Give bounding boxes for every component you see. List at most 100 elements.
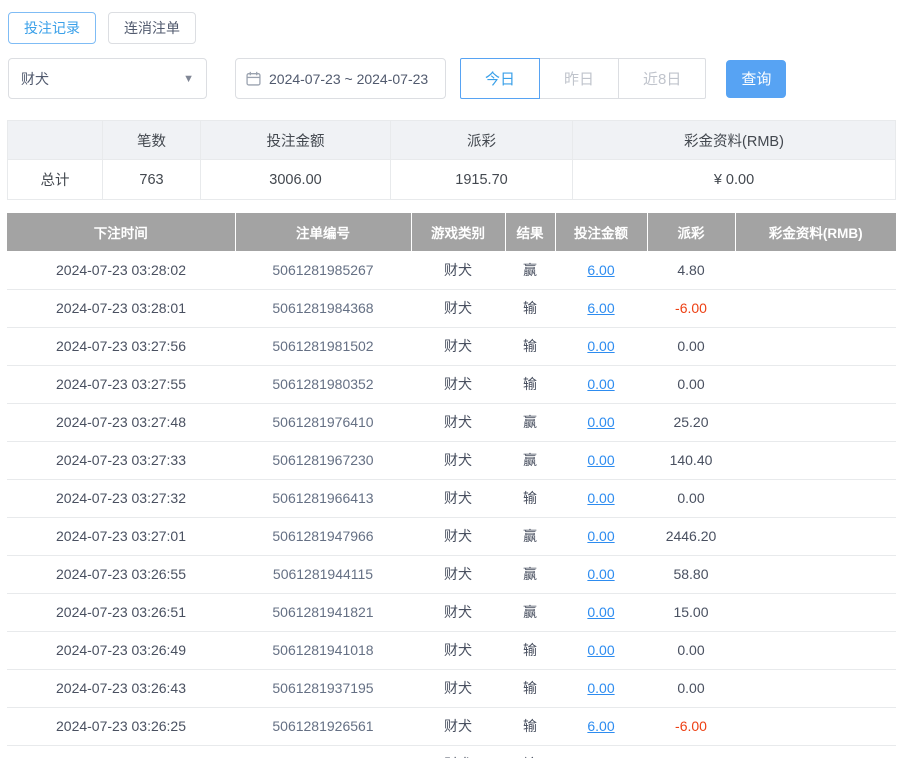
bet-time-cell: 2024-07-23 03:27:01 (7, 517, 235, 556)
result-cell: 赢 (505, 403, 555, 442)
bet-amount-link[interactable]: 6.00 (555, 251, 647, 290)
bet-time-cell: 2024-07-23 03:26:43 (7, 669, 235, 708)
tab-cancelled-orders[interactable]: 连消注单 (108, 12, 196, 44)
payout-cell: 25.20 (647, 403, 735, 442)
bet-amount-link[interactable]: 0.00 (555, 327, 647, 366)
table-row: 2024-07-23 03:26:245061281925717财犬输6.00-… (7, 745, 896, 758)
summary-total-row: 总计 763 3006.00 1915.70 ¥ 0.00 (7, 159, 896, 200)
table-row: 2024-07-23 03:27:01 5061281947966 财犬赢 0.00 2… (7, 517, 896, 556)
game-type-cell: 财犬 (411, 669, 505, 708)
game-type-cell: 财犬 (411, 327, 505, 366)
table-row: 2024-07-23 03:28:02 5061281985267 财犬赢 6.00 4… (7, 251, 896, 290)
date-range-picker[interactable]: 2024-07-23 ~ 2024-07-23 (235, 58, 446, 99)
result-cell: 赢 (505, 251, 555, 290)
bet-amount-link[interactable]: 0.00 (555, 631, 647, 670)
payout-cell: 0.00 (647, 327, 735, 366)
bonus-cell (735, 479, 896, 518)
bet-time-cell: 2024-07-23 03:26:51 (7, 593, 235, 632)
table-row: 2024-07-23 03:27:56 5061281981502 财犬输 0.00 0… (7, 327, 896, 366)
bet-amount-link[interactable]: 0.00 (555, 403, 647, 442)
table-row: 2024-07-23 03:26:51 5061281941821 财犬赢 0.00 1… (7, 593, 896, 632)
bet-time-cell: 2024-07-23 03:26:49 (7, 631, 235, 670)
result-cell: 输 (505, 631, 555, 670)
bet-time-cell: 2024-07-23 03:27:32 (7, 479, 235, 518)
bet-amount-link[interactable]: 0.00 (555, 441, 647, 480)
bet-time-cell: 2024-07-23 03:28:01 (7, 289, 235, 328)
payout-cell: -6.00 (647, 707, 735, 746)
bet-amount-link[interactable]: 6.00 (555, 707, 647, 746)
yesterday-button[interactable]: 昨日 (539, 58, 620, 99)
result-cell: 赢 (505, 555, 555, 594)
bet-amount-link[interactable]: 0.00 (555, 669, 647, 708)
bet-time-cell: 2024-07-23 03:26:25 (7, 707, 235, 746)
game-select[interactable]: 财犬 ▼ (8, 58, 207, 99)
bonus-cell (735, 631, 896, 670)
bonus-cell (735, 403, 896, 442)
bet-amount-link[interactable]: 6.00 (555, 745, 647, 758)
order-number-cell: 5061281947966 (235, 517, 411, 556)
betting-records-page: 投注记录 连消注单 财犬 ▼ 2024-07-23 ~ 2024-07-23 今… (0, 0, 903, 758)
bonus-cell (735, 517, 896, 556)
last-8-days-button[interactable]: 近8日 (618, 58, 707, 99)
game-type-cell: 财犬 (411, 745, 505, 758)
payout-cell: 58.80 (647, 555, 735, 594)
header-payout: 派彩 (647, 213, 736, 251)
bet-amount-link[interactable]: 6.00 (555, 289, 647, 328)
table-row: 2024-07-23 03:26:43 5061281937195 财犬输 0.00 0… (7, 669, 896, 708)
order-number-cell: 5061281981502 (235, 327, 411, 366)
bet-amount-link[interactable]: 0.00 (555, 593, 647, 632)
bet-amount-link[interactable]: 0.00 (555, 365, 647, 404)
bonus-cell (735, 327, 896, 366)
tab-betting-records[interactable]: 投注记录 (8, 12, 96, 44)
result-cell: 输 (505, 327, 555, 366)
header-bonus: 彩金资料(RMB) (735, 213, 896, 251)
bonus-cell (735, 669, 896, 708)
game-select-value: 财犬 (21, 70, 49, 87)
result-cell: 赢 (505, 517, 555, 556)
order-number-cell: 5061281976410 (235, 403, 411, 442)
summary-header-empty (7, 120, 103, 160)
game-type-cell: 财犬 (411, 441, 505, 480)
order-number-cell: 5061281941018 (235, 631, 411, 670)
game-type-cell: 财犬 (411, 403, 505, 442)
payout-cell: 0.00 (647, 479, 735, 518)
bonus-cell (735, 441, 896, 480)
result-cell: 输 (505, 745, 555, 758)
payout-cell: -6.00 (647, 289, 735, 328)
result-cell: 输 (505, 289, 555, 328)
today-button[interactable]: 今日 (460, 58, 541, 99)
bonus-cell (735, 289, 896, 328)
bet-time-cell: 2024-07-23 03:27:33 (7, 441, 235, 480)
game-type-cell: 财犬 (411, 555, 505, 594)
bonus-cell (735, 593, 896, 632)
payout-cell: -6.00 (647, 745, 735, 758)
result-cell: 赢 (505, 441, 555, 480)
payout-cell: 2446.20 (647, 517, 735, 556)
order-number-cell: 5061281941821 (235, 593, 411, 632)
order-number-cell: 5061281985267 (235, 251, 411, 290)
header-bet-time: 下注时间 (7, 213, 236, 251)
search-button[interactable]: 查询 (726, 59, 787, 98)
bet-time-cell: 2024-07-23 03:27:56 (7, 327, 235, 366)
tab-bar: 投注记录 连消注单 (0, 0, 903, 44)
bet-amount-link[interactable]: 0.00 (555, 555, 647, 594)
chevron-down-icon: ▼ (183, 72, 194, 85)
result-cell: 输 (505, 365, 555, 404)
bet-amount-link[interactable]: 0.00 (555, 517, 647, 556)
summary-total-payout: 1915.70 (390, 159, 573, 200)
summary-total-bet-amount: 3006.00 (200, 159, 391, 200)
payout-cell: 15.00 (647, 593, 735, 632)
summary-total-bonus: ¥ 0.00 (572, 159, 896, 200)
game-type-cell: 财犬 (411, 251, 505, 290)
payout-cell: 4.80 (647, 251, 735, 290)
table-row: 2024-07-23 03:28:01 5061281984368 财犬输 6.00-… (7, 289, 896, 328)
summary-total-label: 总计 (7, 159, 103, 200)
result-cell: 输 (505, 479, 555, 518)
bet-time-cell: 2024-07-23 03:27:55 (7, 365, 235, 404)
date-range-value: 2024-07-23 ~ 2024-07-23 (269, 70, 429, 87)
bonus-cell (735, 555, 896, 594)
table-row: 2024-07-23 03:26:25 5061281926561 财犬输 6.00-… (7, 707, 896, 746)
order-number-cell: 5061281926561 (235, 707, 411, 746)
bet-amount-link[interactable]: 0.00 (555, 479, 647, 518)
filter-bar: 财犬 ▼ 2024-07-23 ~ 2024-07-23 今日 昨日 近8日 查… (8, 58, 903, 99)
